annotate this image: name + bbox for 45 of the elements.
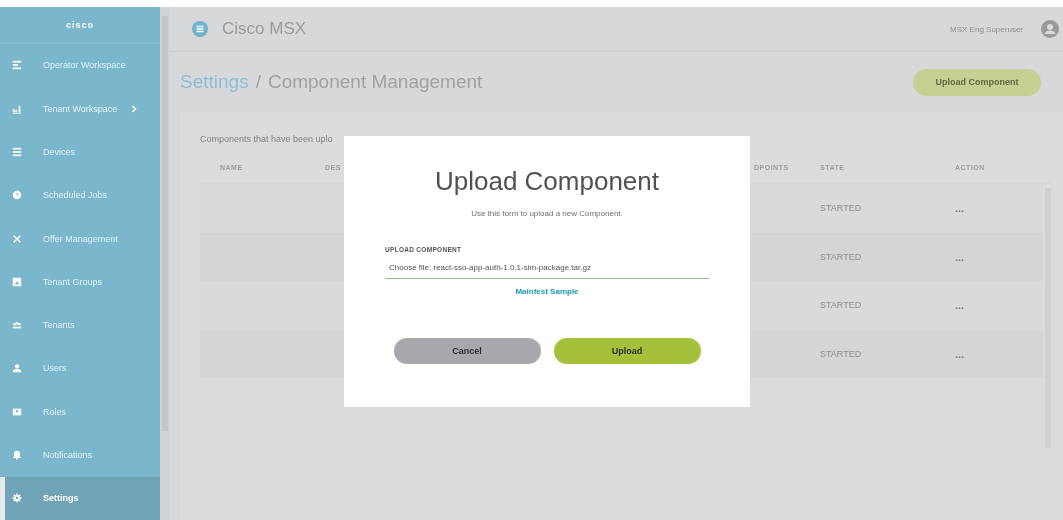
chevron-right-icon <box>131 104 138 113</box>
action-menu[interactable]: ... <box>955 250 965 263</box>
menu-lines-icon <box>12 146 22 157</box>
id-card-icon <box>12 406 22 417</box>
nav-item[interactable]: Notifications <box>0 433 160 477</box>
image-icon <box>12 276 22 287</box>
user-name: MSX Eng Superuser <box>950 24 1023 34</box>
file-input-field[interactable]: Choose file: react-sso-app-auth-1.0.1-sim-package.tar.gz <box>385 263 709 279</box>
nav-item[interactable]: Roles <box>0 390 160 434</box>
nav-item[interactable]: Users <box>0 346 160 391</box>
gear-icon <box>12 493 22 504</box>
breadcrumb-separator: / <box>255 71 261 93</box>
clock-icon <box>12 190 22 201</box>
cancel-button[interactable]: Cancel <box>393 338 541 364</box>
nav-item[interactable]: Tenants <box>0 303 160 347</box>
avatar-icon[interactable] <box>1041 20 1059 38</box>
dialog-title: Upload Component <box>434 166 659 197</box>
upload-component-button[interactable]: Upload Component <box>913 68 1041 96</box>
app-title: Cisco MSX <box>222 19 307 39</box>
state-cell: STARTED <box>820 203 862 214</box>
person-icon <box>12 363 22 374</box>
upload-button[interactable]: Upload <box>553 338 701 364</box>
people-icon <box>12 320 22 331</box>
table-caption: Components that have been uplo <box>200 134 334 144</box>
action-menu[interactable]: ... <box>955 299 965 312</box>
state-cell: STARTED <box>820 300 862 311</box>
nav-item[interactable]: Tenant Workspace <box>0 87 160 131</box>
menu-icon[interactable] <box>192 21 208 37</box>
nav-item[interactable]: Tenant Groups <box>0 260 160 304</box>
state-cell: STARTED <box>820 251 862 262</box>
breadcrumb-link[interactable]: Settings <box>180 71 249 93</box>
nav-item[interactable]: Operator Workspace <box>0 43 160 88</box>
action-menu[interactable]: ... <box>955 202 965 215</box>
nav-item[interactable]: Settings <box>0 476 160 520</box>
state-cell: STARTED <box>820 348 862 359</box>
list-icon <box>12 60 22 71</box>
action-menu[interactable]: ... <box>955 347 965 360</box>
manifest-sample-link[interactable]: Mainfest Sample <box>515 287 579 296</box>
cisco-logo: cisco <box>66 19 94 30</box>
nav-item[interactable]: Devices <box>0 130 160 174</box>
bar-chart-icon <box>12 103 22 114</box>
nav-item[interactable]: Offer Management <box>0 216 160 261</box>
bell-icon <box>12 450 22 461</box>
dialog-subtitle: Use this form to upload a new Component. <box>471 209 623 218</box>
nav-item[interactable]: Scheduled Jobs <box>0 173 160 217</box>
